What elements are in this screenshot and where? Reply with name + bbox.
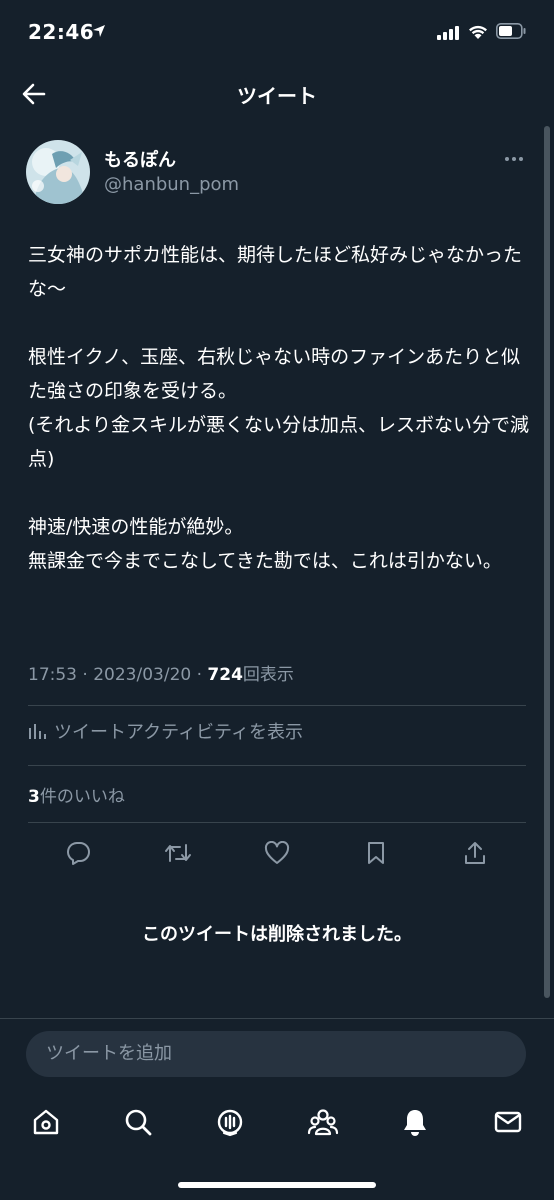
nav-communities[interactable] (305, 1104, 341, 1140)
status-time: 22:46 (28, 20, 95, 44)
more-options-icon[interactable] (504, 156, 524, 162)
views-label: 回表示 (242, 665, 294, 685)
cellular-signal-icon (437, 26, 459, 40)
wifi-icon (468, 24, 488, 40)
likes-count: 3 (28, 787, 40, 807)
retweet-button[interactable] (163, 838, 193, 868)
meta-separator: · (82, 665, 88, 685)
reply-icon (66, 840, 92, 866)
like-button[interactable] (262, 838, 292, 868)
views-count: 724 (207, 665, 243, 685)
like-icon (264, 841, 290, 865)
notifications-icon (400, 1107, 430, 1137)
deleted-tweet-notice: このツイートは削除されました。 (142, 924, 412, 945)
page-title: ツイート (237, 84, 317, 108)
divider (28, 705, 526, 706)
meta-separator: · (196, 665, 203, 685)
avatar[interactable] (26, 140, 90, 204)
bookmark-button[interactable] (361, 838, 391, 868)
likes-label: 件のいいね (39, 787, 125, 807)
reply-input[interactable]: ツイートを追加 (46, 1031, 172, 1077)
nav-messages[interactable] (490, 1104, 526, 1140)
communities-icon (307, 1107, 339, 1137)
nav-spaces[interactable] (212, 1104, 248, 1140)
search-icon (123, 1107, 153, 1137)
reply-button[interactable] (64, 838, 94, 868)
location-arrow-icon (92, 24, 106, 38)
share-button[interactable] (460, 838, 490, 868)
spaces-icon (215, 1107, 245, 1137)
tweet-activity-link[interactable]: ツイートアクティビティを表示 (28, 718, 303, 744)
nav-search[interactable] (120, 1104, 156, 1140)
tweet-text: 三女神のサポカ性能は、期待したほど私好みじゃなかったな〜 根性イクノ、玉座、右秋… (28, 244, 530, 572)
likes-summary[interactable]: 3件のいいね (28, 782, 125, 807)
divider (28, 822, 526, 823)
tweet-date[interactable]: 2023/03/20 (93, 665, 191, 685)
divider (0, 1018, 554, 1019)
tweet-metadata: 17:53 · 2023/03/20 · 724回表示 (28, 660, 294, 685)
analytics-icon (28, 722, 46, 740)
bookmark-icon (365, 840, 387, 866)
messages-icon (493, 1107, 523, 1137)
battery-icon (496, 23, 526, 39)
share-icon (463, 840, 487, 866)
home-indicator (178, 1182, 376, 1188)
tweet-activity-label: ツイートアクティビティを表示 (54, 722, 303, 743)
retweet-icon (164, 840, 192, 866)
scrollbar[interactable] (544, 126, 550, 998)
divider (28, 765, 526, 766)
display-name[interactable]: もるぽん (104, 146, 176, 172)
tweet-time: 17:53 (28, 665, 77, 685)
nav-home[interactable] (28, 1104, 64, 1140)
user-handle[interactable]: @hanbun_pom (104, 174, 239, 195)
nav-notifications[interactable] (397, 1104, 433, 1140)
home-icon (31, 1107, 61, 1137)
